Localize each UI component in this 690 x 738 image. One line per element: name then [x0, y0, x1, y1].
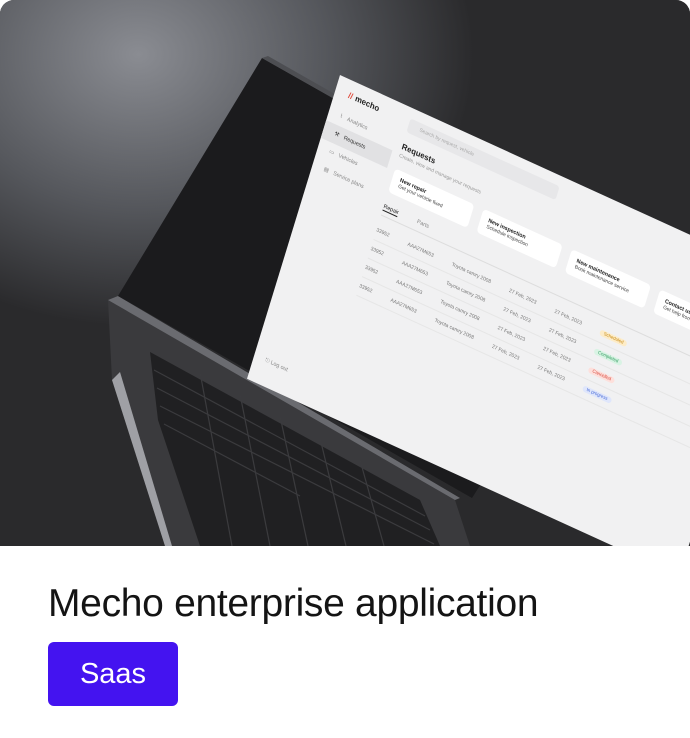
tool-icon: ⚒ [333, 131, 340, 139]
card-title[interactable]: Mecho enterprise application [48, 582, 539, 626]
logo-icon: // [347, 90, 354, 102]
calendar-icon: ▤ [322, 166, 330, 175]
chart-icon: ⌇ [339, 113, 344, 121]
car-icon: ▭ [328, 148, 335, 157]
hero-image: //mecho ⌇ Analytics ⚒ Requests ▭ Vehicles ▤… [0, 0, 690, 546]
tab-repair: Repair [382, 203, 400, 218]
category-tag[interactable]: Saas [48, 642, 178, 706]
app-logo: //mecho [347, 90, 381, 114]
tab-parts: Parts [416, 218, 430, 231]
project-card[interactable]: //mecho ⌇ Analytics ⚒ Requests ▭ Vehicles ▤… [0, 0, 690, 738]
logout-link: ⎋ Log out [264, 357, 289, 374]
